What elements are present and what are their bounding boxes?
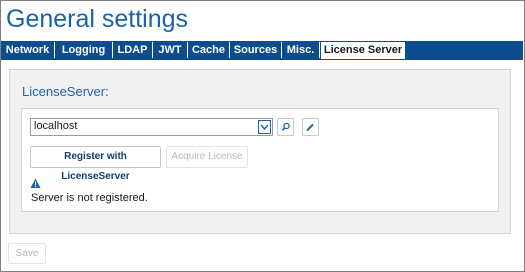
warning-triangle-icon xyxy=(30,178,41,188)
save-button[interactable]: Save xyxy=(8,243,46,264)
registration-status: Server is not registered. xyxy=(31,192,148,204)
search-server-button[interactable] xyxy=(277,118,294,136)
license-server-select-value: localhost xyxy=(34,120,78,132)
edit-pencil-icon xyxy=(306,123,314,132)
tab-misc[interactable]: Misc. xyxy=(282,42,320,58)
tab-logging[interactable]: Logging xyxy=(55,42,113,58)
tab-jwt[interactable]: JWT xyxy=(153,42,188,58)
chevron-down-icon[interactable] xyxy=(258,120,271,134)
search-icon xyxy=(281,122,290,132)
tab-sources[interactable]: Sources xyxy=(230,42,282,58)
tab-license-server[interactable]: License Server xyxy=(321,42,405,59)
edit-server-button[interactable] xyxy=(302,118,319,136)
section-title: LicenseServer: xyxy=(22,84,109,99)
acquire-license-button[interactable]: Acquire License xyxy=(166,146,248,168)
page-title: General settings xyxy=(6,5,189,33)
register-button[interactable]: Register with LicenseServer xyxy=(30,146,161,182)
license-server-select[interactable]: localhost xyxy=(30,118,273,136)
tab-bar: Network Logging LDAP JWT Cache Sources M… xyxy=(1,41,523,60)
tab-ldap[interactable]: LDAP xyxy=(113,42,153,58)
tab-network[interactable]: Network xyxy=(1,42,55,58)
tab-cache[interactable]: Cache xyxy=(188,42,230,58)
